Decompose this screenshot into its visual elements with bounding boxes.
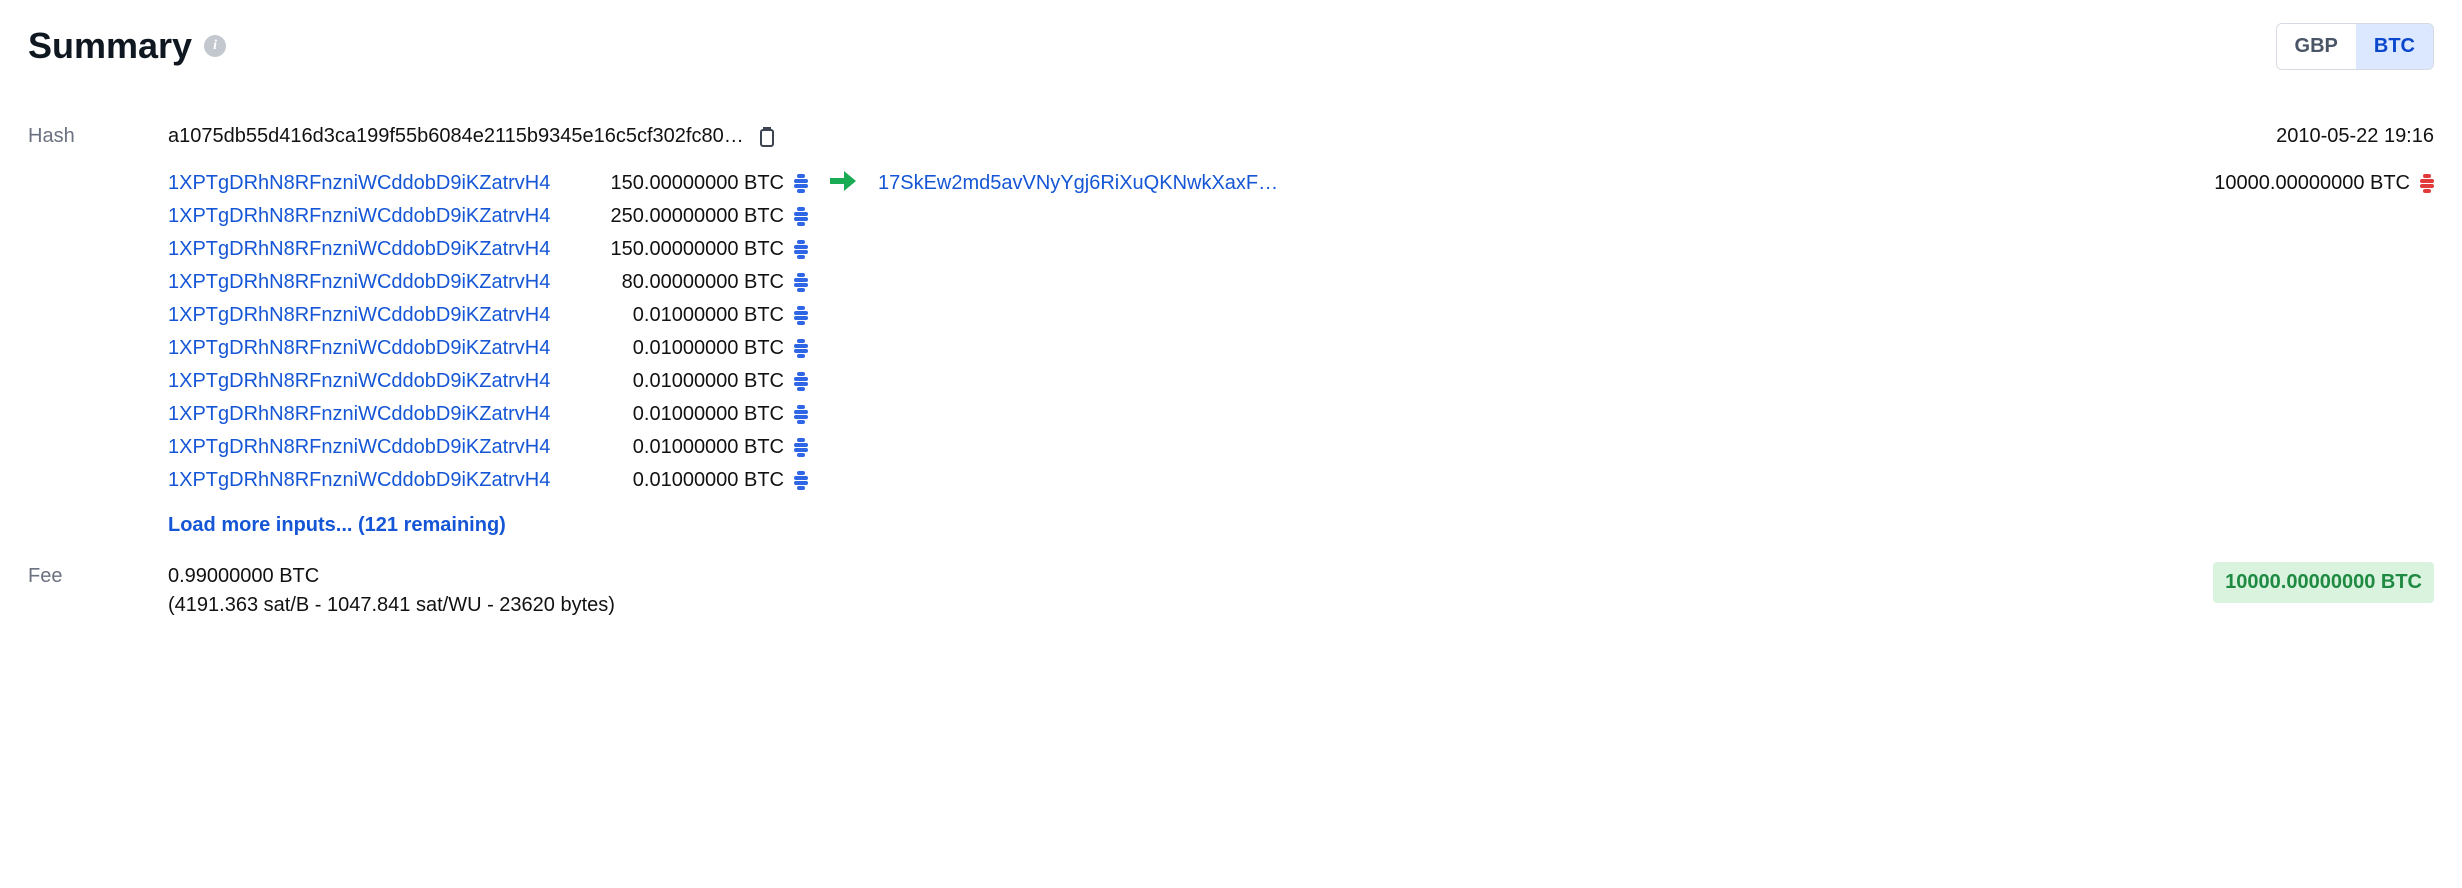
address-link[interactable]: 1XPTgDRhN8RFnzniWCddobD9iKZatrvH4 (168, 235, 550, 264)
hash-label: Hash (28, 122, 168, 151)
fee-label: Fee (28, 562, 168, 591)
outputs-list: 17SkEw2md5avVNyYgj6RiXuQKNwkXaxF… 10000.0… (878, 167, 2434, 540)
io-row: 1XPTgDRhN8RFnzniWCddobD9iKZatrvH4 0.01000… (168, 332, 808, 365)
amount-value: 0.01000000 BTC (633, 400, 784, 429)
toggle-btc[interactable]: BTC (2356, 24, 2433, 69)
currency-toggle: GBP BTC (2276, 23, 2434, 70)
clipboard-icon[interactable] (758, 126, 776, 148)
globe-icon[interactable] (794, 339, 808, 358)
amount-value: 0.01000000 BTC (633, 433, 784, 462)
io-row: 1XPTgDRhN8RFnzniWCddobD9iKZatrvH4 150.000… (168, 167, 808, 200)
amount-value: 150.00000000 BTC (611, 235, 784, 264)
amount-value: 150.00000000 BTC (611, 169, 784, 198)
globe-icon[interactable] (794, 438, 808, 457)
title-text: Summary (28, 20, 192, 72)
toggle-gbp[interactable]: GBP (2277, 24, 2356, 69)
globe-icon[interactable] (794, 240, 808, 259)
address-link[interactable]: 1XPTgDRhN8RFnzniWCddobD9iKZatrvH4 (168, 301, 550, 330)
address-link[interactable]: 1XPTgDRhN8RFnzniWCddobD9iKZatrvH4 (168, 400, 550, 429)
amount-value: 80.00000000 BTC (622, 268, 784, 297)
info-icon[interactable]: i (204, 35, 226, 57)
io-row: 17SkEw2md5avVNyYgj6RiXuQKNwkXaxF… 10000.0… (878, 167, 2434, 200)
globe-icon[interactable] (794, 207, 808, 226)
globe-icon[interactable] (794, 174, 808, 193)
amount-value: 0.01000000 BTC (633, 367, 784, 396)
fee-amount: 0.99000000 BTC (168, 562, 2213, 591)
address-link[interactable]: 1XPTgDRhN8RFnzniWCddobD9iKZatrvH4 (168, 202, 550, 231)
globe-icon[interactable] (794, 306, 808, 325)
amount-value: 10000.00000000 BTC (2214, 169, 2410, 198)
io-row: 1XPTgDRhN8RFnzniWCddobD9iKZatrvH4 80.0000… (168, 266, 808, 299)
io-row: 1XPTgDRhN8RFnzniWCddobD9iKZatrvH4 150.000… (168, 233, 808, 266)
timestamp: 2010-05-22 19:16 (878, 122, 2434, 151)
globe-icon[interactable] (2420, 174, 2434, 193)
io-row: 1XPTgDRhN8RFnzniWCddobD9iKZatrvH4 0.01000… (168, 431, 808, 464)
address-link[interactable]: 1XPTgDRhN8RFnzniWCddobD9iKZatrvH4 (168, 367, 550, 396)
address-link[interactable]: 1XPTgDRhN8RFnzniWCddobD9iKZatrvH4 (168, 334, 550, 363)
fee-detail: (4191.363 sat/B - 1047.841 sat/WU - 2362… (168, 591, 2213, 620)
page-title: Summary i (28, 20, 226, 72)
total-badge: 10000.00000000 BTC (2213, 562, 2434, 603)
load-more-inputs[interactable]: Load more inputs... (121 remaining) (168, 511, 808, 540)
amount-value: 250.00000000 BTC (611, 202, 784, 231)
globe-icon[interactable] (794, 471, 808, 490)
io-row: 1XPTgDRhN8RFnzniWCddobD9iKZatrvH4 0.01000… (168, 365, 808, 398)
globe-icon[interactable] (794, 405, 808, 424)
tx-hash: a1075db55d416d3ca199f55b6084e2115b9345e1… (168, 122, 744, 151)
arrow-right-icon (828, 169, 858, 540)
globe-icon[interactable] (794, 372, 808, 391)
globe-icon[interactable] (794, 273, 808, 292)
amount-value: 0.01000000 BTC (633, 301, 784, 330)
address-link[interactable]: 1XPTgDRhN8RFnzniWCddobD9iKZatrvH4 (168, 466, 550, 495)
address-link[interactable]: 1XPTgDRhN8RFnzniWCddobD9iKZatrvH4 (168, 268, 550, 297)
io-row: 1XPTgDRhN8RFnzniWCddobD9iKZatrvH4 0.01000… (168, 299, 808, 332)
address-link[interactable]: 1XPTgDRhN8RFnzniWCddobD9iKZatrvH4 (168, 433, 550, 462)
inputs-list: 1XPTgDRhN8RFnzniWCddobD9iKZatrvH4 150.000… (168, 167, 808, 540)
io-row: 1XPTgDRhN8RFnzniWCddobD9iKZatrvH4 0.01000… (168, 464, 808, 497)
amount-value: 0.01000000 BTC (633, 334, 784, 363)
io-row: 1XPTgDRhN8RFnzniWCddobD9iKZatrvH4 250.000… (168, 200, 808, 233)
amount-value: 0.01000000 BTC (633, 466, 784, 495)
io-row: 1XPTgDRhN8RFnzniWCddobD9iKZatrvH4 0.01000… (168, 398, 808, 431)
address-link[interactable]: 1XPTgDRhN8RFnzniWCddobD9iKZatrvH4 (168, 169, 550, 198)
address-link[interactable]: 17SkEw2md5avVNyYgj6RiXuQKNwkXaxF… (878, 169, 1278, 198)
